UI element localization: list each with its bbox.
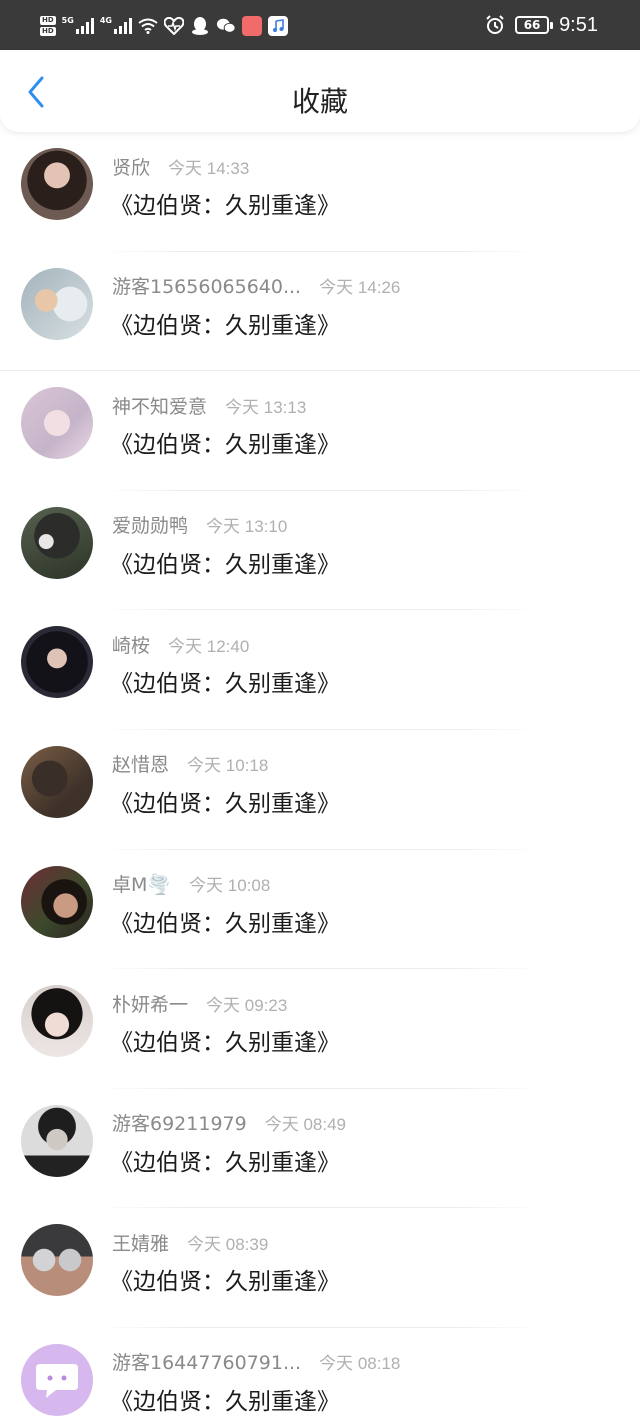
user-name[interactable]: 游客15656065640... (112, 272, 301, 299)
health-heart-icon (163, 16, 184, 36)
page-title: 收藏 (291, 85, 348, 118)
list-item[interactable]: 游客16447760791... 今天 08:18 《边伯贤：久别重逢》 (0, 1328, 640, 1422)
avatar[interactable] (21, 985, 93, 1058)
hd-badge: HD HD (40, 15, 56, 37)
user-name[interactable]: 崎桉 (112, 631, 150, 658)
user-name[interactable]: 爱勋勋鸭 (112, 511, 188, 538)
signal-icon-2 (113, 18, 132, 34)
timestamp: 今天 13:13 (225, 397, 307, 417)
battery-level: 66 (523, 18, 541, 32)
timestamp: 今天 08:39 (187, 1234, 269, 1254)
music-app-icon (267, 16, 288, 36)
wifi-icon (138, 16, 158, 36)
avatar[interactable] (21, 148, 93, 220)
favorite-title[interactable]: 《边伯贤：久别重逢》 (110, 545, 340, 579)
clock-time: 9:51 (559, 13, 598, 36)
user-name[interactable]: 卓M🌪️ (112, 870, 171, 897)
user-name[interactable]: 贤欣 (112, 153, 150, 180)
user-name[interactable]: 朴妍希一 (112, 990, 188, 1017)
page-header: 收藏 (0, 50, 640, 132)
mail-app-icon (241, 16, 262, 36)
list-item[interactable]: 游客69211979 今天 08:49 《边伯贤：久别重逢》 (0, 1089, 640, 1209)
avatar[interactable] (21, 387, 93, 460)
favorite-title[interactable]: 《边伯贤：久别重逢》 (110, 425, 340, 459)
list-item[interactable]: 爱勋勋鸭 今天 13:10 《边伯贤：久别重逢》 (0, 491, 640, 611)
favorite-title[interactable]: 《边伯贤：久别重逢》 (110, 306, 340, 340)
status-bar-right: 66 9:51 (485, 12, 598, 38)
wechat-icon (216, 16, 236, 36)
qq-icon (190, 16, 210, 36)
avatar[interactable] (21, 626, 93, 699)
timestamp: 今天 13:10 (206, 517, 288, 537)
favorite-title[interactable]: 《边伯贤：久别重逢》 (110, 664, 340, 698)
timestamp: 今天 08:18 (319, 1354, 401, 1374)
favorite-title[interactable]: 《边伯贤：久别重逢》 (110, 1262, 340, 1296)
avatar[interactable] (21, 865, 93, 938)
timestamp: 今天 14:33 (168, 158, 250, 178)
timestamp: 今天 10:18 (187, 756, 269, 776)
hd-label-1: HD (40, 16, 56, 25)
timestamp: 今天 10:08 (189, 876, 271, 896)
user-name[interactable]: 王婧雅 (112, 1229, 169, 1256)
list-item[interactable]: 贤欣 今天 14:33 《边伯贤：久别重逢》 (0, 132, 640, 252)
user-name[interactable]: 神不知爱意 (112, 392, 207, 419)
avatar[interactable] (21, 1224, 93, 1297)
list-item[interactable]: 游客15656065640... 今天 14:26 《边伯贤：久别重逢》 (0, 252, 640, 372)
avatar[interactable] (21, 1104, 93, 1177)
hd-label-2: HD (40, 27, 56, 36)
favorites-list: 贤欣 今天 14:33 《边伯贤：久别重逢》 游客15656065640... 今天… (0, 132, 640, 1422)
avatar[interactable] (21, 267, 93, 340)
timestamp: 今天 08:49 (264, 1115, 346, 1135)
favorite-title[interactable]: 《边伯贤：久别重逢》 (110, 784, 340, 818)
list-item[interactable]: 朴妍希一 今天 09:23 《边伯贤：久别重逢》 (0, 969, 640, 1089)
list-item[interactable]: 崎桉 今天 12:40 《边伯贤：久别重逢》 (0, 610, 640, 730)
list-item[interactable]: 神不知爱意 今天 13:13 《边伯贤：久别重逢》 (0, 371, 640, 491)
avatar[interactable] (21, 1343, 93, 1416)
default-chat-avatar-icon (36, 1363, 78, 1398)
list-item[interactable]: 赵惜恩 今天 10:18 《边伯贤：久别重逢》 (0, 730, 640, 850)
favorite-title[interactable]: 《边伯贤：久别重逢》 (110, 1143, 340, 1177)
timestamp: 今天 09:23 (206, 995, 288, 1015)
user-name[interactable]: 赵惜恩 (112, 750, 169, 777)
alarm-clock-icon (485, 15, 505, 35)
favorite-title[interactable]: 《边伯贤：久别重逢》 (110, 186, 340, 220)
favorite-title[interactable]: 《边伯贤：久别重逢》 (110, 904, 340, 938)
status-bar-left: HD HD 5G 4G (40, 14, 288, 38)
timestamp: 今天 12:40 (168, 636, 250, 656)
favorite-title[interactable]: 《边伯贤：久别重逢》 (110, 1023, 340, 1057)
favorite-title[interactable]: 《边伯贤：久别重逢》 (110, 1382, 340, 1416)
network-5g-label: 5G (61, 16, 74, 25)
list-item[interactable]: 王婧雅 今天 08:39 《边伯贤：久别重逢》 (0, 1208, 640, 1328)
battery-icon: 66 (515, 16, 554, 34)
user-name[interactable]: 游客69211979 (112, 1109, 247, 1136)
avatar[interactable] (21, 745, 93, 818)
signal-icon (75, 18, 94, 34)
timestamp: 今天 14:26 (319, 278, 401, 298)
list-item[interactable]: 卓M🌪️ 今天 10:08 《边伯贤：久别重逢》 (0, 850, 640, 970)
network-4g-label: 4G (99, 16, 112, 25)
user-name[interactable]: 游客16447760791... (112, 1348, 301, 1375)
status-bar: HD HD 5G 4G 66 9:51 (0, 0, 640, 50)
avatar[interactable] (21, 506, 93, 579)
